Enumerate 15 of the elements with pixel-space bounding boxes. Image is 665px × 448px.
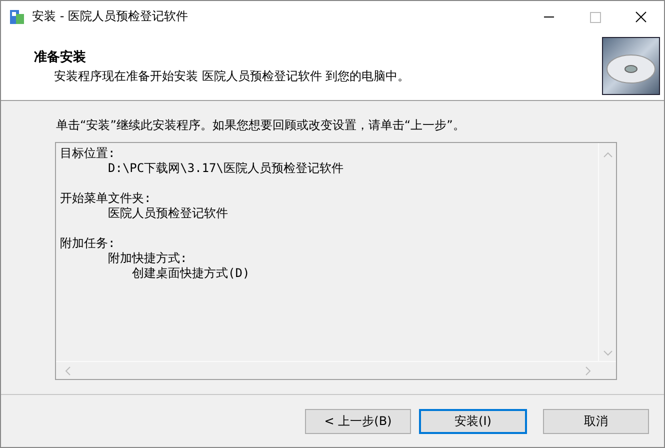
- summary-line: 开始菜单文件夹:: [60, 191, 152, 205]
- summary-line: 创建桌面快捷方式(D): [132, 266, 250, 280]
- summary-line: 附加任务:: [60, 236, 116, 250]
- dialog-button[interactable]: < 上一步(B): [305, 408, 411, 434]
- page-heading: 准备安装: [34, 48, 87, 66]
- summary-line: 医院人员预检登记软件: [108, 206, 228, 220]
- page-subtitle: 安装程序现在准备开始安装 医院人员预检登记软件 到您的电脑中。: [53, 68, 410, 84]
- summary-line: D:\PC下载网\3.17\医院人员预检登记软件: [108, 161, 344, 175]
- installer-icon: [8, 8, 26, 26]
- window-title: 安装 - 医院人员预检登记软件: [32, 8, 189, 25]
- summary-line: 附加快捷方式:: [108, 251, 188, 265]
- summary-line: 目标位置:: [60, 146, 116, 160]
- dialog-button[interactable]: 取消: [543, 408, 649, 434]
- instruction-text: 单击“安装”继续此安装程序。如果您想要回顾或改变设置，请单击“上一步”。: [56, 117, 466, 134]
- dialog-button[interactable]: 安装(I): [419, 408, 527, 434]
